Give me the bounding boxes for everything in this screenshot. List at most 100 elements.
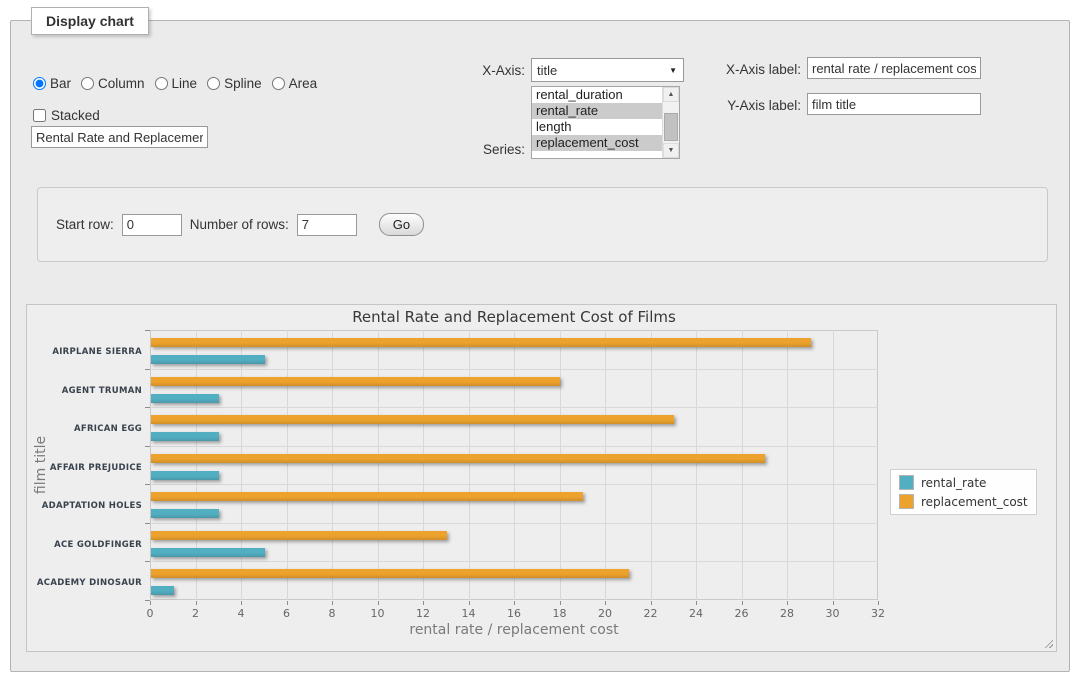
bar-replacement_cost[interactable] bbox=[151, 415, 674, 424]
chart-container: Rental Rate and Replacement Cost of Film… bbox=[26, 304, 1057, 652]
legend-label: replacement_cost bbox=[921, 495, 1028, 509]
radio-column[interactable] bbox=[81, 77, 94, 90]
number-of-rows-label: Number of rows: bbox=[190, 217, 289, 232]
bar-replacement_cost[interactable] bbox=[151, 338, 811, 347]
x-tick-mark bbox=[241, 601, 242, 605]
category-label: ACE GOLDFINGER bbox=[27, 540, 142, 550]
x-tick-label: 16 bbox=[499, 607, 529, 620]
gridline-vertical bbox=[651, 330, 652, 600]
x-tick-mark bbox=[696, 601, 697, 605]
chart-type-option-spline[interactable]: Spline bbox=[207, 76, 262, 91]
bar-replacement_cost[interactable] bbox=[151, 454, 765, 463]
category-label: AFFAIR PREJUDICE bbox=[27, 463, 142, 473]
bar-rental_rate[interactable] bbox=[151, 432, 219, 441]
x-tick-label: 8 bbox=[317, 607, 347, 620]
series-multiselect[interactable]: rental_durationrental_ratelengthreplacem… bbox=[531, 86, 680, 159]
stacked-checkbox-row[interactable]: Stacked bbox=[33, 108, 100, 123]
gridline-vertical bbox=[696, 330, 697, 600]
bar-rental_rate[interactable] bbox=[151, 471, 219, 480]
x-tick-mark bbox=[787, 601, 788, 605]
series-option-rental_rate[interactable]: rental_rate bbox=[532, 103, 662, 119]
x-tick-mark bbox=[560, 601, 561, 605]
x-tick-label: 20 bbox=[590, 607, 620, 620]
gridline-vertical bbox=[241, 330, 242, 600]
radio-label: Area bbox=[289, 76, 318, 91]
gridline-vertical bbox=[787, 330, 788, 600]
y-axis-label-input[interactable] bbox=[807, 93, 981, 115]
y-tick-mark bbox=[145, 600, 150, 601]
chart-type-option-bar[interactable]: Bar bbox=[33, 76, 71, 91]
x-axis-title: rental rate / replacement cost bbox=[150, 622, 878, 638]
bar-rental_rate[interactable] bbox=[151, 548, 265, 557]
chart-title-input[interactable] bbox=[31, 126, 208, 148]
y-axis-label-label: Y-Axis label: bbox=[661, 98, 801, 113]
category-label: AGENT TRUMAN bbox=[27, 386, 142, 396]
radio-label: Bar bbox=[50, 76, 71, 91]
y-tick-mark bbox=[145, 484, 150, 485]
x-tick-label: 30 bbox=[818, 607, 848, 620]
x-tick-label: 14 bbox=[454, 607, 484, 620]
x-tick-label: 12 bbox=[408, 607, 438, 620]
y-tick-mark bbox=[145, 407, 150, 408]
number-of-rows-input[interactable] bbox=[297, 214, 357, 236]
series-option-rental_duration[interactable]: rental_duration bbox=[532, 87, 662, 103]
bar-rental_rate[interactable] bbox=[151, 394, 219, 403]
chart-type-radio-group: Bar Column Line Spline Area bbox=[33, 76, 317, 91]
gridline-vertical bbox=[560, 330, 561, 600]
stacked-checkbox[interactable] bbox=[33, 109, 46, 122]
gridline-vertical bbox=[833, 330, 834, 600]
scrollbar-thumb[interactable] bbox=[664, 113, 678, 141]
radio-area[interactable] bbox=[272, 77, 285, 90]
series-option-length[interactable]: length bbox=[532, 119, 662, 135]
radio-bar[interactable] bbox=[33, 77, 46, 90]
legend-item-rental_rate[interactable]: rental_rate bbox=[899, 475, 1028, 490]
x-tick-mark bbox=[150, 601, 151, 605]
legend-item-replacement_cost[interactable]: replacement_cost bbox=[899, 494, 1028, 509]
gridline-vertical bbox=[514, 330, 515, 600]
x-tick-label: 32 bbox=[863, 607, 893, 620]
x-tick-mark bbox=[423, 601, 424, 605]
x-axis-select-label: X-Axis: bbox=[431, 63, 525, 78]
bar-replacement_cost[interactable] bbox=[151, 377, 560, 386]
resize-grip-icon[interactable] bbox=[1043, 638, 1053, 648]
bar-replacement_cost[interactable] bbox=[151, 531, 447, 540]
gridline-vertical bbox=[423, 330, 424, 600]
radio-label: Spline bbox=[224, 76, 262, 91]
bar-replacement_cost[interactable] bbox=[151, 569, 629, 578]
category-label: ADAPTATION HOLES bbox=[27, 501, 142, 511]
gridline-vertical bbox=[378, 330, 379, 600]
go-button[interactable]: Go bbox=[379, 213, 424, 236]
x-tick-mark bbox=[469, 601, 470, 605]
bar-replacement_cost[interactable] bbox=[151, 492, 583, 501]
y-tick-mark bbox=[145, 369, 150, 370]
bar-rental_rate[interactable] bbox=[151, 509, 219, 518]
x-tick-label: 26 bbox=[727, 607, 757, 620]
rows-form: Start row: Number of rows: Go bbox=[37, 187, 1048, 262]
start-row-input[interactable] bbox=[122, 214, 182, 236]
x-tick-label: 4 bbox=[226, 607, 256, 620]
x-axis-label-input[interactable] bbox=[807, 57, 981, 79]
scroll-down-icon[interactable]: ▼ bbox=[663, 143, 679, 158]
chart-legend: rental_rate replacement_cost bbox=[890, 469, 1037, 515]
chart-type-option-column[interactable]: Column bbox=[81, 76, 145, 91]
bar-rental_rate[interactable] bbox=[151, 586, 174, 595]
y-tick-mark bbox=[145, 446, 150, 447]
category-label: AIRPLANE SIERRA bbox=[27, 347, 142, 357]
series-option-replacement_cost[interactable]: replacement_cost bbox=[532, 135, 662, 151]
x-tick-label: 18 bbox=[545, 607, 575, 620]
x-tick-mark bbox=[514, 601, 515, 605]
x-tick-mark bbox=[651, 601, 652, 605]
gridline-horizontal bbox=[150, 561, 878, 562]
gridline-horizontal bbox=[150, 446, 878, 447]
gridline-vertical bbox=[332, 330, 333, 600]
chart-type-option-line[interactable]: Line bbox=[155, 76, 198, 91]
start-row-label: Start row: bbox=[56, 217, 114, 232]
x-tick-mark bbox=[742, 601, 743, 605]
gridline-horizontal bbox=[150, 369, 878, 370]
x-tick-label: 0 bbox=[135, 607, 165, 620]
chart-type-option-area[interactable]: Area bbox=[272, 76, 318, 91]
radio-spline[interactable] bbox=[207, 77, 220, 90]
radio-line[interactable] bbox=[155, 77, 168, 90]
category-label: ACADEMY DINOSAUR bbox=[27, 578, 142, 588]
bar-rental_rate[interactable] bbox=[151, 355, 265, 364]
